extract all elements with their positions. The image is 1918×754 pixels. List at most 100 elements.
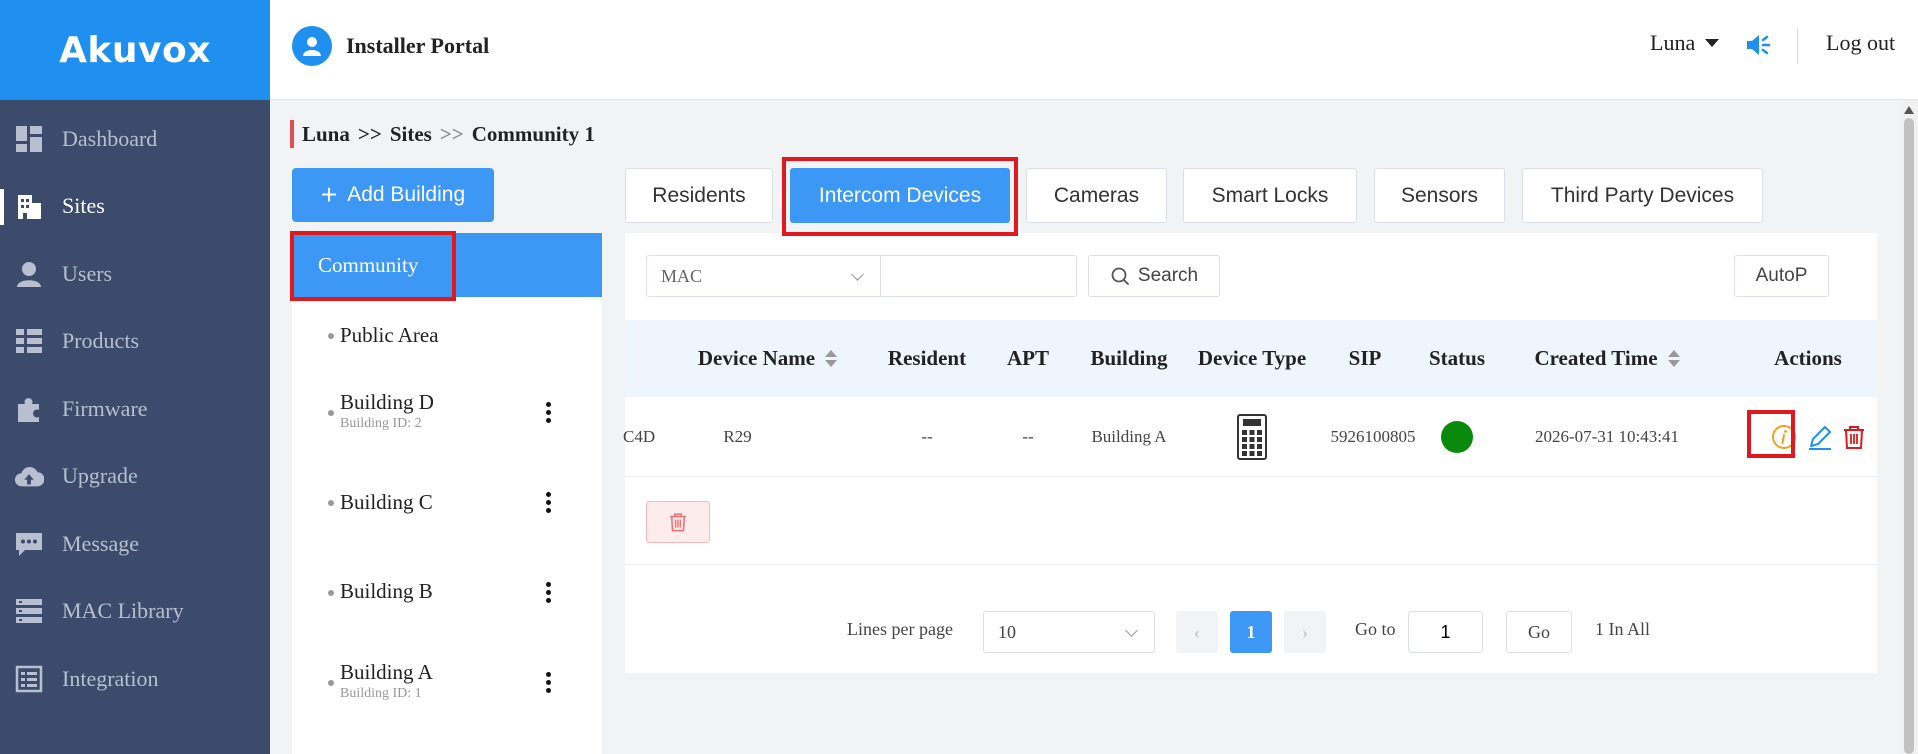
column-header-label: Resident (887, 346, 967, 370)
autop-button[interactable]: AutoP (1734, 255, 1829, 297)
breadcrumb: Luna >> Sites >> Community 1 (290, 120, 595, 148)
filter-field-select[interactable]: MAC (646, 255, 881, 297)
search-button[interactable]: Search (1088, 255, 1220, 297)
bullet-icon (328, 333, 334, 339)
bullet-icon (328, 680, 334, 686)
search-input[interactable] (880, 255, 1077, 297)
tree-item-building-b[interactable]: Building B (292, 553, 602, 633)
column-header-device-name[interactable]: Device Name (685, 320, 850, 397)
sidebar-nav: Dashboard Sites Users Products Firmware … (0, 105, 270, 713)
tree-item-building-c[interactable]: Building C (292, 463, 602, 543)
sidebar-item-label: Sites (62, 193, 105, 219)
more-options-icon[interactable] (545, 672, 551, 693)
portal-title: Installer Portal (346, 33, 490, 58)
autop-button-label: AutoP (1755, 265, 1808, 286)
sort-icon[interactable] (1667, 350, 1680, 367)
tree-item-building-a[interactable]: Building A Building ID: 1 (292, 643, 602, 723)
column-header-sip: SIP (1325, 320, 1405, 397)
sidebar: Akuvox Dashboard Sites Users Products Fi… (0, 0, 270, 754)
breadcrumb-item[interactable]: Luna (302, 122, 350, 147)
sidebar-item-upgrade[interactable]: Upgrade (0, 443, 270, 511)
cell-actions (1770, 397, 1868, 477)
more-options-icon[interactable] (545, 402, 551, 423)
delete-icon[interactable] (1840, 423, 1868, 451)
cell-device-type (1190, 397, 1314, 477)
tab-residents[interactable]: Residents (625, 168, 773, 223)
sidebar-item-label: Products (62, 328, 139, 354)
chat-icon (14, 529, 44, 559)
scroll-up-arrow-icon[interactable] (1904, 106, 1914, 114)
tab-third-party-devices[interactable]: Third Party Devices (1522, 168, 1763, 223)
tab-cameras[interactable]: Cameras (1026, 168, 1167, 223)
breadcrumb-current: Community 1 (471, 121, 595, 146)
sidebar-item-sites[interactable]: Sites (0, 173, 270, 241)
column-header-status: Status (1417, 320, 1497, 397)
search-button-label: Search (1137, 265, 1199, 286)
caret-down-icon (1705, 39, 1720, 47)
tab-sensors[interactable]: Sensors (1374, 168, 1505, 223)
tab-smart-locks[interactable]: Smart Locks (1183, 168, 1357, 223)
sidebar-item-message[interactable]: Message (0, 510, 270, 578)
tree-item-sub: Building ID: 2 (340, 416, 422, 431)
column-header-building: Building (1075, 320, 1183, 397)
table-row: C4D R29 -- -- Building A 5926100805 2026… (623, 397, 1877, 477)
portal-avatar-icon (292, 26, 332, 66)
sidebar-item-users[interactable]: Users (0, 240, 270, 308)
add-building-button[interactable]: + Add Building (292, 168, 494, 222)
sidebar-item-products[interactable]: Products (0, 308, 270, 376)
prev-page-button[interactable]: ‹ (1176, 611, 1218, 653)
cell-resident: -- (921, 427, 933, 446)
puzzle-icon (14, 394, 44, 424)
page-scrollbar[interactable] (1900, 100, 1918, 754)
sidebar-item-label: Upgrade (62, 463, 138, 489)
total-count: 1 In All (1595, 619, 1651, 639)
bullet-icon (328, 590, 334, 596)
tree-item-community[interactable]: Community (292, 233, 602, 297)
sort-icon[interactable] (825, 350, 838, 367)
sidebar-item-firmware[interactable]: Firmware (0, 375, 270, 443)
sidebar-item-label: Integration (62, 665, 159, 691)
tree-item-public-area[interactable]: Public Area (292, 311, 602, 361)
column-header-label: SIP (1348, 346, 1382, 370)
tab-intercom-devices[interactable]: Intercom Devices (790, 168, 1010, 223)
goto-page-input[interactable] (1408, 611, 1483, 653)
column-header-actions: Actions (1763, 320, 1853, 397)
more-options-icon[interactable] (545, 492, 551, 513)
more-options-icon[interactable] (545, 582, 551, 603)
devices-card: MAC Search AutoP Device Name Resident AP… (623, 233, 1877, 673)
column-header-device-type: Device Type (1190, 320, 1314, 397)
sidebar-item-dashboard[interactable]: Dashboard (0, 105, 270, 173)
breadcrumb-separator: >> (439, 121, 464, 146)
lines-per-page-value: 10 (998, 621, 1016, 642)
chevron-left-icon: ‹ (1194, 621, 1200, 642)
plus-icon: + (320, 179, 338, 210)
logout-link[interactable]: Log out (1826, 30, 1895, 56)
edit-icon[interactable] (1806, 423, 1834, 451)
speaker-icon[interactable] (1744, 30, 1774, 65)
tree-item-sub: Building ID: 1 (340, 686, 422, 701)
chevron-right-icon: › (1302, 621, 1308, 642)
next-page-button[interactable]: › (1284, 611, 1326, 653)
bulk-delete-button[interactable] (646, 501, 710, 543)
column-header-label: Building (1090, 346, 1168, 370)
info-icon[interactable] (1770, 423, 1798, 451)
column-header-created-time[interactable]: Created Time (1513, 320, 1701, 397)
user-menu[interactable]: Luna (1650, 30, 1720, 56)
tree-item-label: Building B (340, 579, 433, 603)
scroll-thumb[interactable] (1904, 118, 1914, 754)
lines-per-page-select[interactable]: 10 (983, 611, 1155, 653)
tree-item-label: Public Area (340, 323, 439, 347)
logo-area[interactable]: Akuvox (0, 0, 270, 100)
cell-apt: -- (1022, 427, 1034, 446)
building-tree: Community Public Area Building D Buildin… (292, 233, 602, 754)
trash-icon (670, 513, 686, 532)
go-button[interactable]: Go (1506, 611, 1572, 653)
tab-label: Intercom Devices (818, 183, 982, 207)
sidebar-item-mac-library[interactable]: MAC Library (0, 578, 270, 646)
sidebar-item-integration[interactable]: Integration (0, 645, 270, 713)
page-button-current[interactable]: 1 (1230, 611, 1272, 653)
go-button-label: Go (1528, 621, 1550, 642)
tree-item-building-d[interactable]: Building D Building ID: 2 (292, 373, 602, 453)
breadcrumb-item[interactable]: Sites (390, 122, 432, 147)
page-number: 1 (1246, 621, 1256, 642)
